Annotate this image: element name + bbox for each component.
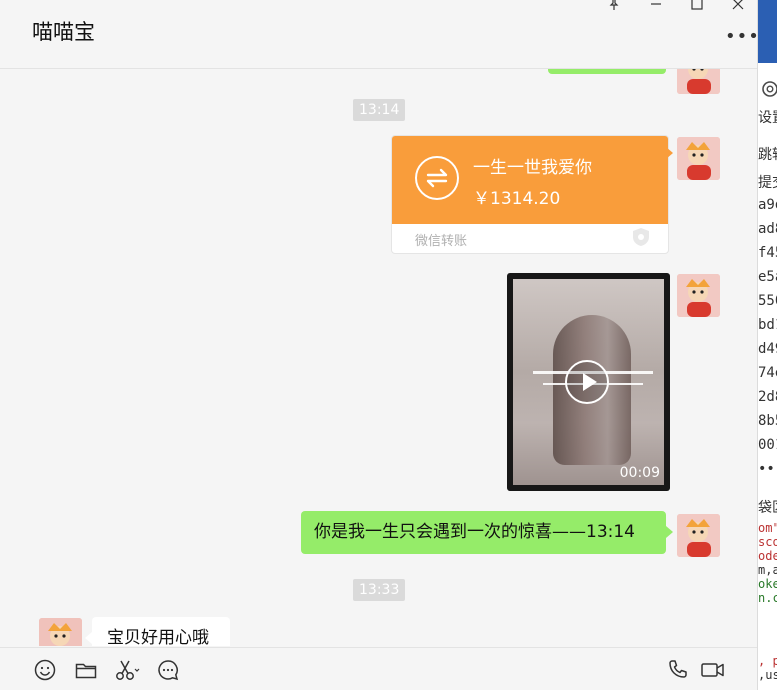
pin-icon[interactable] — [603, 0, 625, 17]
more-options-button[interactable]: ••• — [725, 26, 757, 48]
scissors-icon[interactable] — [114, 658, 140, 682]
outgoing-message[interactable]: 你是我一生只会遇到一次的惊喜——13:14 — [301, 511, 666, 554]
outgoing-bubble-tail — [666, 526, 673, 538]
video-call-icon[interactable] — [700, 658, 726, 682]
transfer-message[interactable]: 一生一世我爱你 ￥1314.20 微信转账 — [391, 135, 669, 254]
timestamp: 13:14 — [353, 99, 406, 121]
maximize-icon[interactable] — [686, 0, 708, 17]
transfer-note: 一生一世我爱你 — [473, 158, 592, 178]
incoming-bubble-tail — [85, 632, 92, 644]
minimize-icon[interactable] — [645, 0, 667, 17]
incoming-message[interactable]: 宝贝好用心哦 — [92, 617, 230, 646]
my-avatar[interactable] — [677, 69, 720, 94]
my-avatar[interactable] — [677, 137, 720, 180]
transfer-bubble-tail — [666, 147, 673, 159]
chat-header: 喵喵宝 ••• — [0, 0, 757, 69]
settings-label: 设置 — [758, 110, 777, 126]
my-avatar[interactable] — [677, 274, 720, 317]
video-duration: 00:09 — [619, 465, 660, 481]
shield-icon — [630, 226, 652, 248]
emoji-icon[interactable] — [33, 658, 57, 682]
previous-message-bubble[interactable] — [548, 69, 666, 74]
my-avatar[interactable] — [677, 514, 720, 557]
input-toolbar — [0, 647, 757, 690]
phone-icon[interactable] — [666, 658, 690, 682]
transfer-source-label: 微信转账 — [415, 234, 468, 249]
background-window: 设置 跳转 提交 a9d ad8 f45 e5a 550 bd1 d49 74e… — [758, 0, 777, 690]
chat-history-icon[interactable] — [156, 658, 180, 682]
gear-icon[interactable] — [758, 77, 777, 105]
close-icon[interactable] — [727, 0, 749, 17]
transfer-card-header: 一生一世我爱你 ￥1314.20 — [392, 136, 668, 224]
chat-window: 喵喵宝 ••• 13:14 一生一世我爱你 ￥1314.20 微信转账 00:0… — [0, 0, 758, 690]
timestamp: 13:33 — [353, 579, 406, 601]
contact-avatar[interactable] — [39, 618, 82, 646]
chat-title: 喵喵宝 — [32, 20, 95, 44]
transfer-amount: ￥1314.20 — [473, 189, 561, 209]
transfer-icon — [415, 156, 459, 200]
folder-icon[interactable] — [74, 658, 98, 682]
message-list[interactable]: 13:14 一生一世我爱你 ￥1314.20 微信转账 00:09 你是我一生只… — [0, 69, 757, 646]
video-message[interactable]: 00:09 — [507, 273, 670, 491]
play-icon[interactable] — [565, 360, 609, 404]
